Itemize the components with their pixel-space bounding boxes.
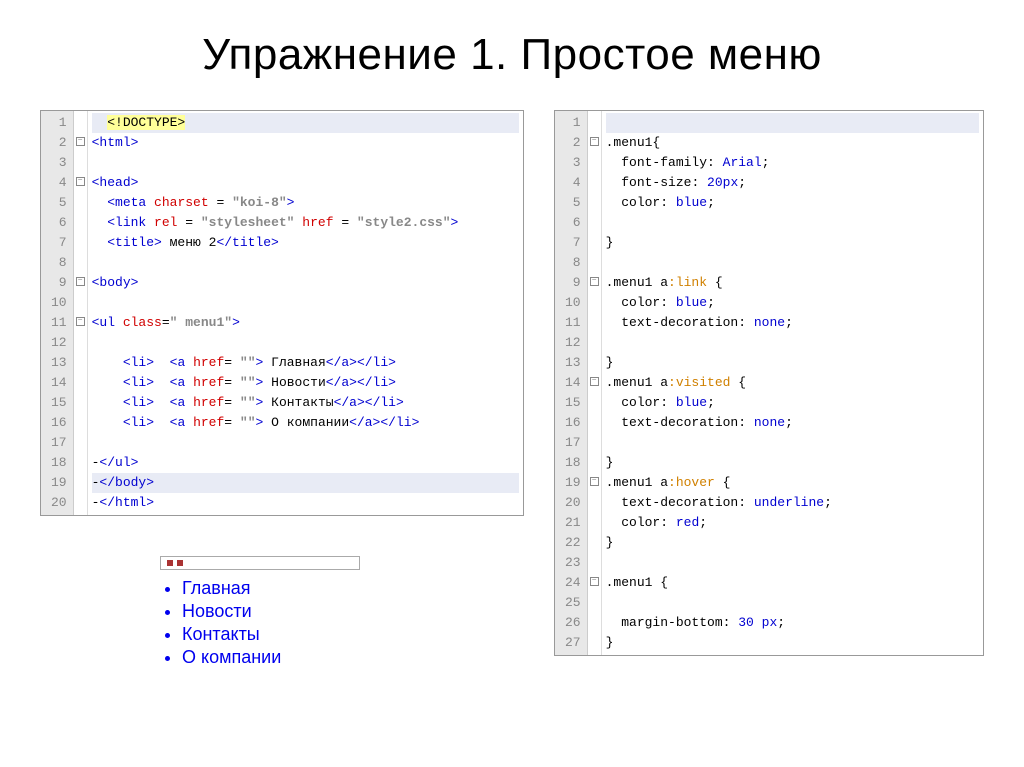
line-gutter: 1234567891011121314151617181920212223242…: [555, 111, 588, 655]
preview-menu-item[interactable]: Контакты: [182, 624, 524, 645]
content-area: 1234567891011121314151617181920 −−−− <!D…: [0, 110, 1024, 670]
toolbar-dot-icon: [167, 560, 173, 566]
preview-menu-item[interactable]: Главная: [182, 578, 524, 599]
code-area[interactable]: .menu1{ font-family: Arial; font-size: 2…: [602, 111, 983, 655]
toolbar-dot-icon: [177, 560, 183, 566]
preview-menu-item[interactable]: Новости: [182, 601, 524, 622]
browser-preview: ГлавнаяНовостиКонтактыО компании: [160, 556, 524, 668]
left-column: 1234567891011121314151617181920 −−−− <!D…: [40, 110, 524, 670]
fold-column: −−−−−: [588, 111, 602, 655]
page-title: Упражнение 1. Простое меню: [0, 0, 1024, 110]
preview-menu-item[interactable]: О компании: [182, 647, 524, 668]
preview-toolbar: [160, 556, 360, 570]
right-column: 1234567891011121314151617181920212223242…: [554, 110, 984, 670]
preview-menu-list: ГлавнаяНовостиКонтактыО компании: [160, 578, 524, 668]
css-editor[interactable]: 1234567891011121314151617181920212223242…: [554, 110, 984, 656]
line-gutter: 1234567891011121314151617181920: [41, 111, 74, 515]
fold-column: −−−−: [74, 111, 88, 515]
code-area[interactable]: <!DOCTYPE><html><head> <meta charset = "…: [88, 111, 523, 515]
html-editor[interactable]: 1234567891011121314151617181920 −−−− <!D…: [40, 110, 524, 516]
